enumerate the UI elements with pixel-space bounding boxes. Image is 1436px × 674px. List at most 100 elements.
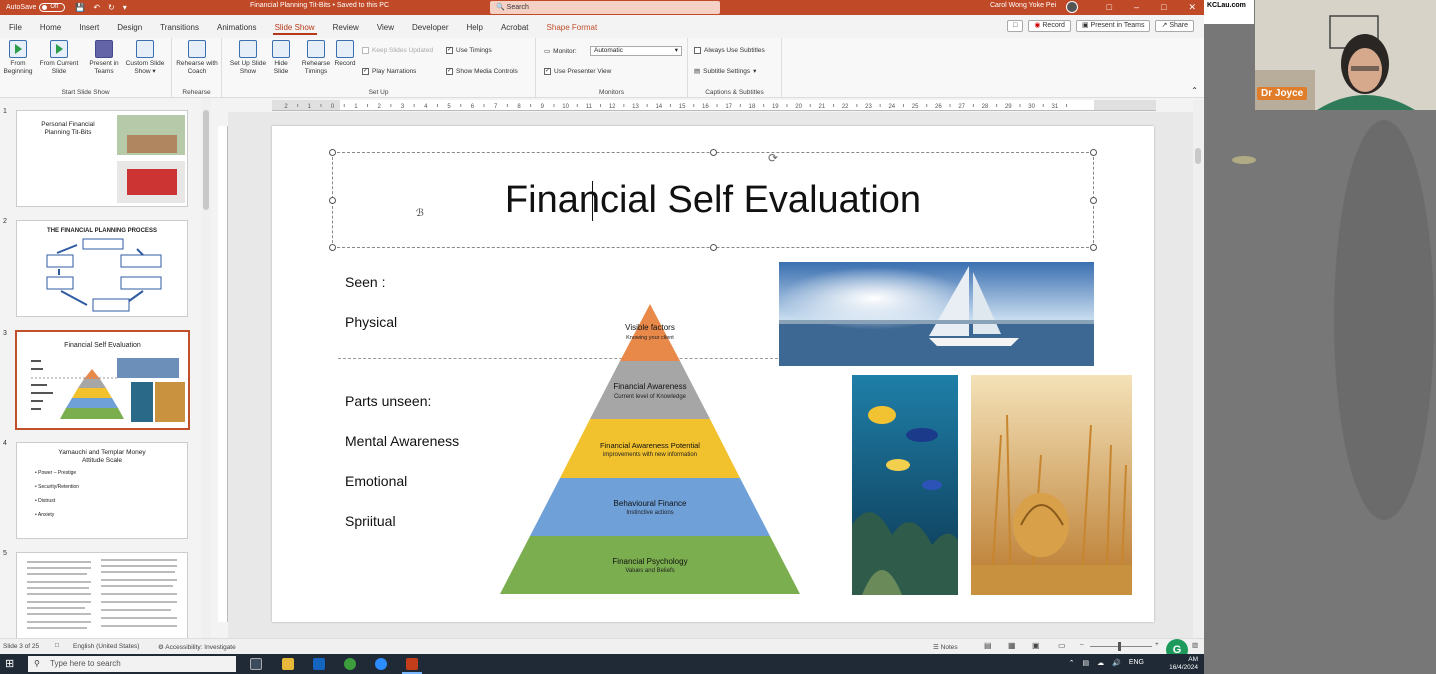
rehearse-with-coach-button[interactable]: Rehearse with Coach (176, 40, 218, 76)
notes-button[interactable]: ☰ Notes (933, 643, 958, 651)
sailboat-image[interactable] (779, 262, 1094, 366)
hide-slide-button[interactable]: Hide Slide (268, 40, 294, 76)
title-placeholder[interactable]: ⟳ Financial Self Evaluation (329, 149, 1097, 251)
editor-scroll-thumb[interactable] (1195, 148, 1201, 164)
tab-animations[interactable]: Animations (208, 15, 266, 38)
windows-start-icon[interactable]: ⊞ (5, 657, 14, 670)
present-in-teams-button[interactable]: ▣ Present in Teams (1075, 20, 1151, 32)
from-current-slide-button[interactable]: From Current Slide (36, 40, 82, 76)
network-icon[interactable]: ▤ (1082, 659, 1089, 667)
redo-icon[interactable]: ↻ (108, 3, 115, 12)
resize-handle[interactable] (329, 244, 336, 251)
search-box[interactable]: 🔍 Search (490, 1, 720, 14)
zoom-in-icon[interactable]: + (1155, 641, 1159, 648)
language-tray[interactable]: ENG (1129, 659, 1144, 667)
undo-icon[interactable]: ↶ (93, 3, 100, 12)
zoom-out-icon[interactable]: – (1080, 641, 1084, 648)
tab-view[interactable]: View (368, 15, 403, 38)
tab-file[interactable]: File (0, 15, 31, 38)
slide-thumbnail-2[interactable]: THE FINANCIAL PLANNING PROCESS (16, 220, 188, 317)
collapse-ribbon-icon[interactable]: ⌃ (1191, 86, 1198, 95)
play-narrations-checkbox[interactable]: ✓ Play Narrations (362, 68, 416, 75)
tray-chevron-icon[interactable]: ⌃ (1069, 659, 1075, 667)
scrollbar-thumb[interactable] (203, 110, 209, 210)
play-current-icon (50, 40, 68, 58)
taskbar-search[interactable]: ⚲ Type here to search (28, 656, 236, 672)
zoom-slider-thumb[interactable] (1118, 642, 1121, 651)
maximize-icon[interactable]: □ (1161, 0, 1166, 15)
save-icon[interactable]: 💾 (75, 3, 85, 12)
autosave-control[interactable]: AutoSave Off (6, 3, 66, 12)
zoom-slider[interactable] (1090, 646, 1152, 647)
volume-icon[interactable]: 🔊 (1112, 659, 1121, 667)
tab-help[interactable]: Help (458, 15, 492, 38)
slide-thumbnail-4[interactable]: Yamauchi and Templar Money Attitude Scal… (16, 442, 188, 539)
slide-thumbnail-1[interactable]: Personal Financial Planning Tit-Bits (16, 110, 188, 207)
editor-scrollbar[interactable] (1193, 100, 1203, 638)
minimize-icon[interactable]: – (1134, 0, 1139, 15)
use-timings-checkbox[interactable]: ✓ Use Timings (446, 47, 492, 54)
rehearse-timings-button[interactable]: Rehearse Timings (298, 40, 334, 76)
tab-home[interactable]: Home (31, 15, 70, 38)
rotate-handle-icon[interactable]: ⟳ (768, 151, 778, 165)
set-up-slide-show-button[interactable]: Set Up Slide Show (228, 40, 268, 76)
coral-reef-image[interactable] (852, 375, 958, 595)
thumbnails-scrollbar[interactable] (201, 98, 211, 638)
clock[interactable]: AM 16/4/2024 (1169, 656, 1198, 672)
customize-qat-icon[interactable]: ▾ (123, 3, 127, 12)
onedrive-icon[interactable]: ☁ (1097, 659, 1104, 667)
ribbon-display-icon[interactable]: □ (1107, 0, 1112, 15)
slide-thumbnails-pane: 1 Personal Financial Planning Tit-Bits 2… (0, 98, 212, 638)
spellcheck-icon[interactable]: □ (55, 642, 59, 649)
record-ribbon-button[interactable]: Record (332, 40, 358, 68)
resize-handle[interactable] (710, 149, 717, 156)
user-name[interactable]: Carol Wong Yoke Pei (990, 2, 1056, 9)
present-in-teams-ribbon-button[interactable]: Present in Teams (86, 40, 122, 76)
show-media-controls-checkbox[interactable]: ✓ Show Media Controls (446, 68, 518, 75)
tab-developer[interactable]: Developer (403, 15, 457, 38)
resize-handle[interactable] (329, 149, 336, 156)
custom-slide-show-button[interactable]: Custom Slide Show ▾ (122, 40, 168, 76)
normal-view-icon[interactable]: ▤ (984, 641, 992, 650)
accessibility-status[interactable]: ⚙ Accessibility: Investigate (158, 643, 236, 651)
tab-review[interactable]: Review (324, 15, 368, 38)
tab-shape-format[interactable]: Shape Format (538, 15, 607, 38)
slide-thumbnail-5[interactable] (16, 552, 188, 638)
tab-insert[interactable]: Insert (70, 15, 108, 38)
resize-handle[interactable] (710, 244, 717, 251)
user-avatar[interactable] (1066, 1, 1078, 13)
close-icon[interactable]: ✕ (1188, 0, 1196, 15)
resize-handle[interactable] (1090, 149, 1097, 156)
task-view-icon[interactable] (250, 658, 262, 670)
keep-slides-updated-checkbox[interactable]: Keep Slides Updated (362, 47, 433, 54)
slide-title[interactable]: Financial Self Evaluation (333, 179, 1093, 222)
from-beginning-button[interactable]: From Beginning (2, 40, 34, 76)
seabed-shell-image[interactable] (971, 375, 1132, 595)
tab-design[interactable]: Design (108, 15, 151, 38)
resize-handle[interactable] (1090, 244, 1097, 251)
subtitle-settings-button[interactable]: ▤ Subtitle Settings ▾ (694, 67, 756, 76)
powerpoint-taskbar-icon[interactable] (406, 658, 418, 670)
slide-thumbnail-3[interactable]: Financial Self Evaluation (15, 330, 190, 430)
record-button[interactable]: ◉ Record (1028, 20, 1071, 32)
monitor-dropdown[interactable]: Automatic ▾ (590, 46, 682, 56)
autosave-toggle[interactable]: Off (39, 3, 66, 12)
grammarly-icon[interactable]: G (1166, 639, 1188, 654)
tab-acrobat[interactable]: Acrobat (492, 15, 538, 38)
share-button[interactable]: ↗ Share (1155, 20, 1194, 32)
reading-view-icon[interactable]: ▣ (1032, 641, 1040, 650)
slide-show-view-icon[interactable]: ▭ (1058, 641, 1066, 650)
use-presenter-view-checkbox[interactable]: ✓ Use Presenter View (544, 68, 611, 75)
chrome-icon[interactable] (344, 658, 356, 670)
slide-sorter-icon[interactable]: ▦ (1008, 641, 1016, 650)
fit-slide-icon[interactable]: ▥ (1192, 641, 1198, 649)
comments-button[interactable]: □ (1007, 20, 1024, 32)
always-use-subtitles-checkbox[interactable]: Always Use Subtitles (694, 47, 765, 54)
clock-date: 16/4/2024 (1169, 664, 1198, 671)
tab-slide-show[interactable]: Slide Show (266, 15, 324, 38)
zoom-app-icon[interactable] (375, 658, 387, 670)
file-explorer-icon[interactable] (282, 658, 294, 670)
outlook-icon[interactable] (313, 658, 325, 670)
language-indicator[interactable]: English (United States) (73, 643, 139, 650)
tab-transitions[interactable]: Transitions (151, 15, 208, 38)
